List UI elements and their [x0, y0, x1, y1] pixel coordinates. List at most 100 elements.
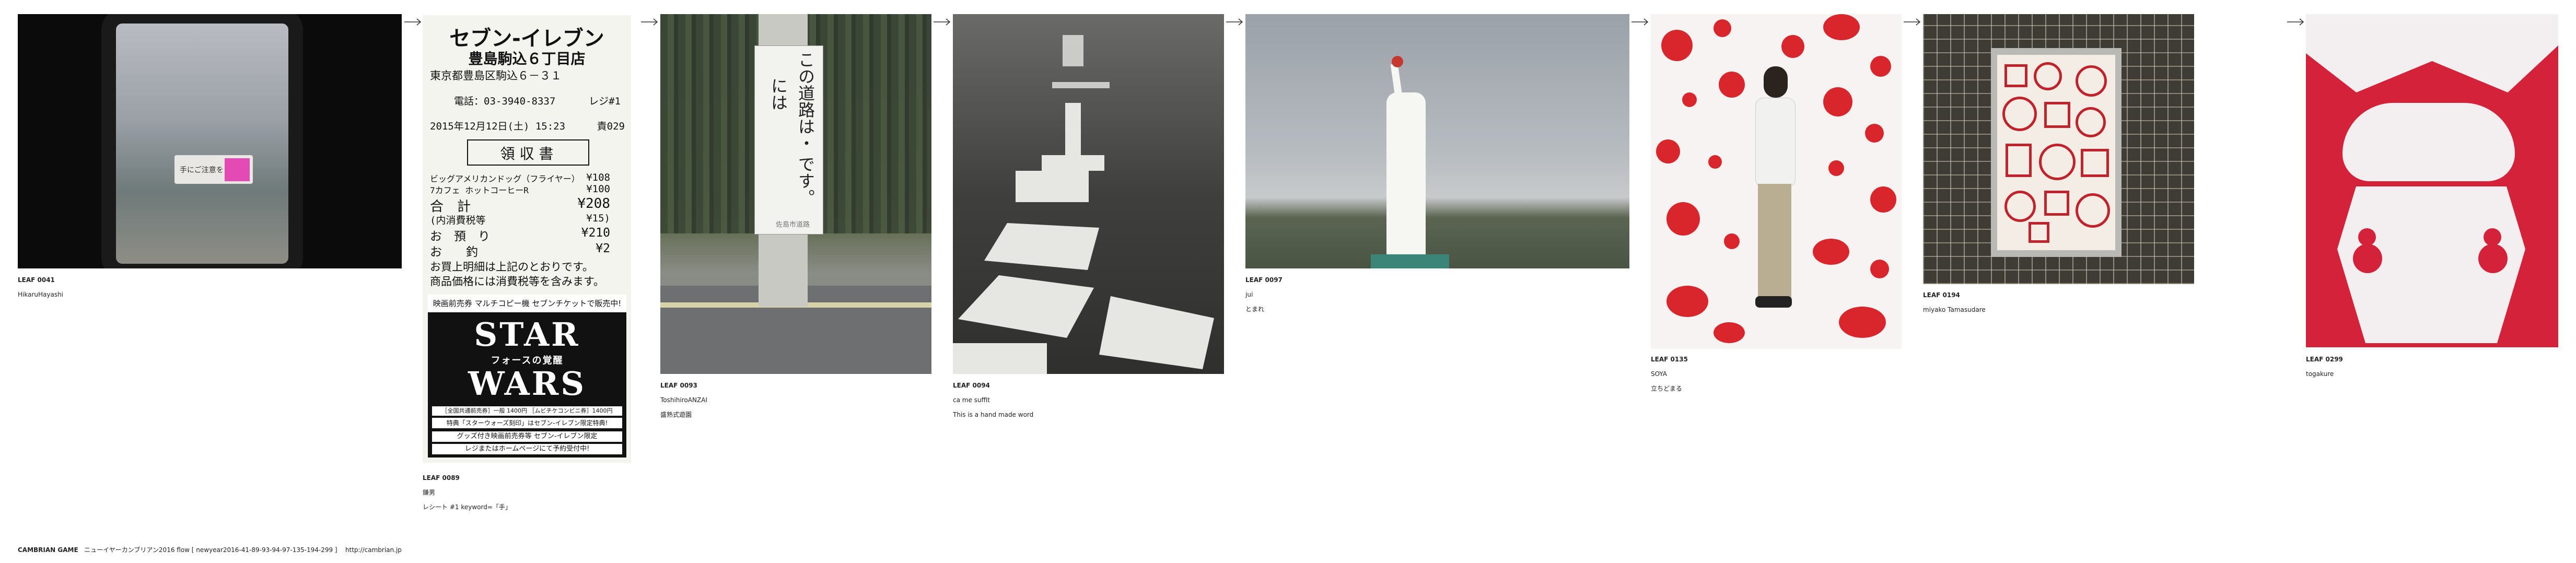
caption-leaf-0041: LEAF 0041 HikaruHayashi	[18, 273, 63, 302]
red-dot	[1661, 30, 1693, 61]
road-paint	[984, 223, 1099, 270]
gourd-shape	[2484, 228, 2501, 246]
red-seal	[2002, 97, 2037, 131]
photo-leaf-0135	[1651, 14, 1902, 349]
receipt-footer1: お買上明細は上記のとおりです。	[430, 261, 593, 273]
leaf-author: SOYA	[1651, 370, 1668, 378]
receipt-datetime: 2015年12月12日(土) 15:23	[430, 121, 566, 132]
ad-web: レジまたはホームページにて予約受付中!	[432, 444, 622, 454]
road-paint	[1065, 103, 1081, 160]
right-arrow-icon	[2287, 18, 2304, 26]
road-paint	[953, 343, 1047, 374]
leaf-author: togakure	[2306, 370, 2334, 378]
leaf-id: LEAF 0097	[1245, 276, 1283, 284]
leaf-id: LEAF 0089	[423, 474, 460, 482]
photo-leaf-0094	[953, 14, 1224, 374]
leaf-note: レシート #1 keyword=「手」	[423, 503, 511, 511]
road-paint	[1016, 171, 1089, 202]
receipt-footer2: 商品価格には消費税等を含みます。	[430, 275, 604, 288]
receipt-item1: ビッグアメリカンドッグ（フライヤー）	[430, 174, 580, 184]
ad-star: STAR	[474, 315, 580, 354]
person-head	[1764, 66, 1788, 98]
leaf-author: ca me suffit	[953, 396, 990, 404]
receipt-paid-label: お 預 り	[430, 230, 490, 243]
train-window	[101, 14, 303, 268]
right-arrow-icon	[1631, 18, 1649, 26]
receipt-slip: 責029	[597, 121, 625, 132]
gourd-shape	[2478, 244, 2508, 273]
leaf-id: LEAF 0135	[1651, 356, 1688, 363]
person-shirt	[1755, 98, 1796, 187]
right-arrow-icon	[1904, 18, 1921, 26]
red-dot	[1682, 92, 1697, 107]
leaf-author: ToshihiroANZAI	[660, 396, 707, 404]
red-dot	[1724, 233, 1740, 249]
leaf-note: 立ちどまる	[1651, 385, 1683, 392]
red-seal	[2076, 193, 2110, 228]
red-seal	[2004, 64, 2027, 87]
hand-caution-sign: 手にご注意を	[174, 155, 253, 184]
red-seal	[2081, 149, 2109, 177]
photo-leaf-0041: 手にご注意を	[18, 14, 402, 268]
statue-base	[1371, 254, 1449, 268]
photo-leaf-0097	[1245, 14, 1629, 268]
red-dot	[1781, 35, 1804, 58]
right-arrow-icon	[1226, 18, 1243, 26]
road-paint	[1063, 35, 1083, 66]
ad-goods: グッズ付き映画前売券等 セブン-イレブン限定	[432, 431, 622, 442]
red-dot	[1714, 322, 1745, 343]
sign-small: 佐島市道路	[776, 221, 810, 229]
red-seal	[2006, 144, 2032, 177]
sign-col1: この道路は・	[796, 51, 815, 151]
leaf-note: This is a hand made word	[953, 411, 1034, 418]
red-seal	[2044, 102, 2070, 128]
receipt-register: レジ#1	[589, 96, 621, 107]
sign-col2: です。	[796, 156, 815, 206]
road-paint	[1099, 296, 1214, 369]
red-dot	[1870, 56, 1891, 77]
receipt-tax-label: (内消費税等	[430, 215, 486, 226]
receipt-price1: ¥108	[586, 172, 610, 183]
red-seal	[2076, 107, 2106, 137]
caption-leaf-0135: LEAF 0135 SOYA 立ちどまる	[1651, 352, 1688, 396]
red-dot	[1813, 239, 1849, 265]
ad-wars: WARS	[468, 365, 587, 403]
receipt-tax: ¥15)	[586, 213, 610, 224]
road-paint	[958, 275, 1094, 338]
leaf-note: 盛熟式遊園	[660, 411, 692, 418]
road-sign-board: この道路は・ です。 には 佐島市道路	[754, 45, 823, 234]
footer-title: ニューイヤーカンブリアン2016 flow [ newyear2016-41-8…	[84, 546, 337, 554]
photo-leaf-0194	[1923, 14, 2194, 284]
right-arrow-icon	[934, 18, 951, 26]
red-dot	[1719, 72, 1745, 98]
red-seal	[2029, 222, 2049, 243]
caption-leaf-0299: LEAF 0299 togakure	[2306, 352, 2343, 381]
pink-sticker	[225, 158, 250, 181]
receipt-item2: 7カフェ ホットコーヒーR	[430, 185, 529, 195]
photo-leaf-0299	[2306, 14, 2558, 347]
footer-brand: CAMBRIAN GAME	[18, 546, 78, 554]
leaf-id: LEAF 0299	[2306, 356, 2343, 363]
red-dot	[1714, 19, 1731, 37]
leaf-note: とまれ	[1245, 306, 1265, 313]
ad-price-note: ［全国共通前売券］一般 1400円 ［ムビチケコンビニ券］1400円	[432, 406, 622, 416]
footer-link[interactable]: http://cambrian.jp	[345, 546, 402, 554]
red-dot	[1865, 124, 1884, 143]
leaf-author: jui	[1245, 291, 1253, 298]
red-dot	[1823, 87, 1852, 116]
gourd-shape	[2353, 244, 2382, 273]
paper-cut-pattern	[2306, 14, 2558, 92]
receipt-total: ¥208	[577, 196, 610, 212]
red-dot	[1870, 260, 1889, 278]
sign-col3: には	[768, 77, 788, 111]
right-arrow-icon	[404, 18, 422, 26]
red-seal	[2034, 62, 2062, 90]
receipt-title: 領 収 書	[500, 145, 554, 162]
receipt-change-label: お 釣	[430, 245, 478, 259]
red-dot	[1666, 202, 1700, 236]
gourd-shape	[2358, 228, 2376, 246]
leaf-author: 鎌男	[423, 489, 436, 496]
red-seal	[2004, 191, 2036, 222]
statue-torch	[1392, 56, 1403, 67]
red-dot	[1666, 286, 1708, 317]
